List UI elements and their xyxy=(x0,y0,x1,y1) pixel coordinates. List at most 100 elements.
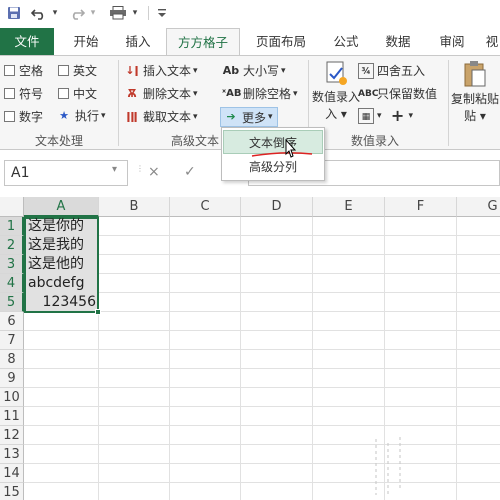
undo-icon[interactable] xyxy=(30,4,48,22)
tab-fangfang[interactable]: 方方格子 xyxy=(166,28,240,55)
more-button[interactable]: ➔ 更多 ▾ xyxy=(220,107,278,127)
checkbox-label: 数字 xyxy=(19,110,44,124)
undo-dropdown-icon[interactable]: ▾ xyxy=(50,4,60,22)
tab-home[interactable]: 开始 xyxy=(58,28,114,55)
cell-a4[interactable]: abcdefg xyxy=(28,274,84,293)
numeric-tools-button[interactable]: ▦ ▾ + ▾ xyxy=(358,108,413,124)
execute-label: 执行 xyxy=(75,109,100,123)
select-all-corner[interactable] xyxy=(0,197,24,217)
copy-paste-suffix: 贴 ▾ xyxy=(464,109,486,123)
chevron-down-icon: ▾ xyxy=(193,65,198,76)
decorative-dashes xyxy=(375,437,401,497)
checkbox-box xyxy=(58,65,69,76)
chevron-down-icon: ▾ xyxy=(193,88,198,99)
grid-line xyxy=(24,368,500,369)
delete-spaces-button[interactable]: ˣAB 删除空格 ▾ xyxy=(222,85,298,102)
customize-icon[interactable] xyxy=(156,4,168,22)
cell-a3[interactable]: 这是他的 xyxy=(28,255,84,274)
group-label-advanced-text: 高级文本 xyxy=(170,134,219,148)
checkbox-english[interactable]: 英文 xyxy=(58,62,97,79)
round-icon: ¾ xyxy=(358,62,374,79)
grid-line xyxy=(24,463,500,464)
row-header-8[interactable]: 8 xyxy=(0,350,24,369)
row-header-15[interactable]: 15 xyxy=(0,483,24,500)
resize-dots-icon[interactable]: ⋮ xyxy=(136,164,144,173)
column-header-c[interactable]: C xyxy=(170,197,241,217)
checkbox-label: 英文 xyxy=(73,64,98,78)
copy-paste-label: 复制粘贴 xyxy=(451,92,500,106)
checkbox-label: 符号 xyxy=(19,87,44,101)
row-header-13[interactable]: 13 xyxy=(0,445,24,464)
checkbox-box xyxy=(4,65,15,76)
checkbox-chinese[interactable]: 中文 xyxy=(58,85,97,102)
case-icon: Ab xyxy=(222,63,240,77)
row-header-10[interactable]: 10 xyxy=(0,388,24,407)
redo-icon[interactable] xyxy=(68,4,86,22)
ribbon-tabs: 文件 开始 插入 方方格子 页面布局 公式 数据 审阅 视 xyxy=(0,28,500,55)
delete-text-icon: Ѫ xyxy=(127,86,137,100)
cell-a5[interactable]: 123456 xyxy=(28,293,96,312)
arrow-right-icon: ➔ xyxy=(226,110,236,123)
row-header-2[interactable]: 2 xyxy=(0,236,24,255)
case-button[interactable]: Ab 大小写 ▾ xyxy=(222,62,286,79)
cell-a2[interactable]: 这是我的 xyxy=(28,236,84,255)
row-header-6[interactable]: 6 xyxy=(0,312,24,331)
tab-formulas[interactable]: 公式 xyxy=(322,28,370,55)
cell-a1[interactable]: 这是你的 xyxy=(28,217,84,236)
column-header-b[interactable]: B xyxy=(99,197,170,217)
redo-dropdown-icon[interactable]: ▾ xyxy=(88,4,98,22)
chevron-down-icon[interactable]: ▾ xyxy=(112,164,117,175)
save-icon[interactable] xyxy=(6,4,22,22)
tab-view[interactable]: 视 xyxy=(480,28,500,55)
column-header-d[interactable]: D xyxy=(241,197,313,217)
numeric-entry-button[interactable]: 数值录入 入 ▾ xyxy=(312,60,360,122)
delete-spaces-label: 删除空格 xyxy=(243,87,292,101)
column-header-f[interactable]: F xyxy=(385,197,457,217)
keep-value-label: 只保留数值 xyxy=(377,87,438,101)
column-header-g[interactable]: G xyxy=(457,197,500,217)
column-header-e[interactable]: E xyxy=(313,197,385,217)
insert-text-button[interactable]: ↓ǀ 插入文本 ▾ xyxy=(124,62,198,79)
row-header-3[interactable]: 3 xyxy=(0,255,24,274)
row-header-4[interactable]: 4 xyxy=(0,274,24,293)
delete-text-button[interactable]: Ѫ 删除文本 ▾ xyxy=(124,85,198,102)
tab-file[interactable]: 文件 xyxy=(0,28,54,55)
execute-button[interactable]: ★ 执行 ▾ xyxy=(56,107,106,124)
tab-data[interactable]: 数据 xyxy=(374,28,422,55)
name-box[interactable]: A1 xyxy=(4,160,128,186)
checkbox-number[interactable]: 数字 xyxy=(4,108,43,125)
group-label-text-processing: 文本处理 xyxy=(34,134,83,148)
extract-text-button[interactable]: ǀǁ 截取文本 ▾ xyxy=(124,108,197,125)
grid-line xyxy=(24,444,500,445)
row-header-7[interactable]: 7 xyxy=(0,331,24,350)
confirm-icon[interactable]: ✓ xyxy=(184,164,196,180)
column-header-a[interactable]: A xyxy=(24,197,99,217)
keep-value-button[interactable]: ABC 只保留数值 xyxy=(358,85,437,102)
cursor-icon xyxy=(285,138,297,158)
chevron-down-icon: ▾ xyxy=(268,112,273,122)
chevron-down-icon: ▾ xyxy=(101,110,106,121)
tab-page-layout[interactable]: 页面布局 xyxy=(244,28,318,55)
row-header-9[interactable]: 9 xyxy=(0,369,24,388)
checkbox-symbol[interactable]: 符号 xyxy=(4,85,43,102)
cancel-icon[interactable]: × xyxy=(148,164,160,180)
checkbox-space[interactable]: 空格 xyxy=(4,62,43,79)
round-button[interactable]: ¾ 四舍五入 xyxy=(358,62,425,79)
grid-line xyxy=(312,217,313,500)
row-header-1[interactable]: 1 xyxy=(0,217,24,236)
row-header-5[interactable]: 5 xyxy=(0,293,24,312)
chevron-down-icon: ▾ xyxy=(281,65,286,76)
print-dropdown-icon[interactable]: ▾ xyxy=(130,4,140,22)
execute-icon: ★ xyxy=(59,108,69,122)
row-header-11[interactable]: 11 xyxy=(0,407,24,426)
tab-insert[interactable]: 插入 xyxy=(114,28,162,55)
row-header-14[interactable]: 14 xyxy=(0,464,24,483)
row-header-12[interactable]: 12 xyxy=(0,426,24,445)
more-dropdown-menu: 文本倒序 高级分列 xyxy=(221,127,325,181)
group-label-numeric-entry: 数值录入 xyxy=(350,134,399,148)
chevron-down-icon: ▾ xyxy=(408,111,414,121)
print-icon[interactable] xyxy=(108,4,128,22)
tab-review[interactable]: 审阅 xyxy=(428,28,476,55)
checkbox-box xyxy=(58,88,69,99)
copy-paste-button[interactable]: 复制粘贴 贴 ▾ xyxy=(451,60,500,124)
